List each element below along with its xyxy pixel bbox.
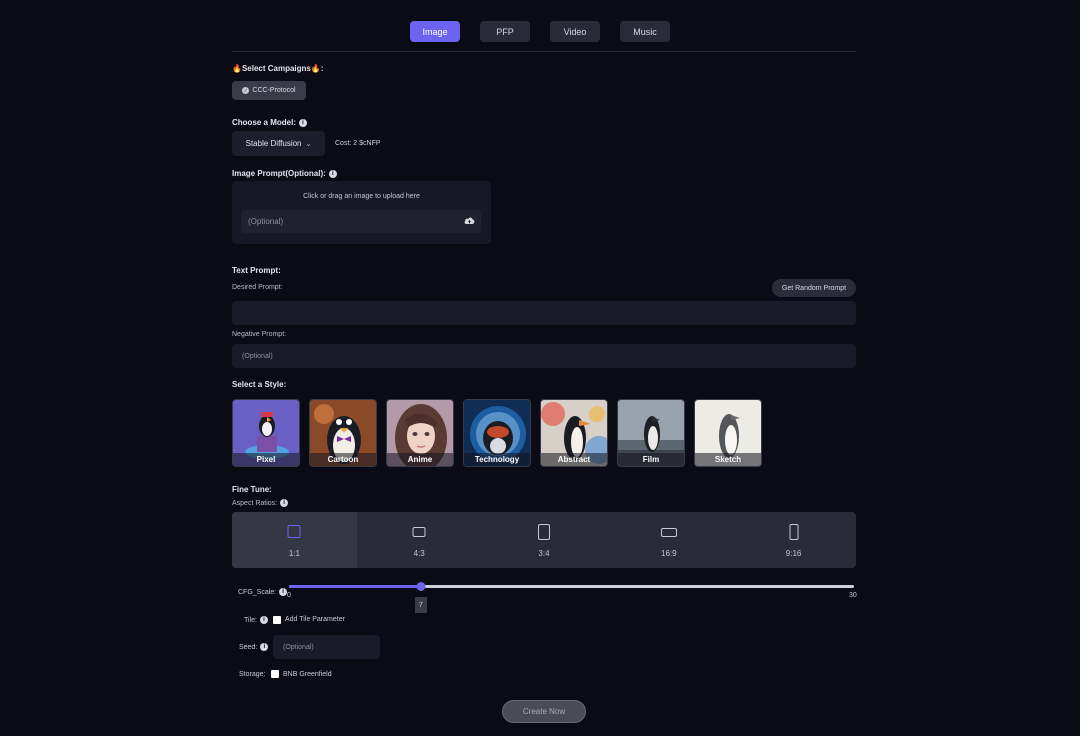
campaign-chip[interactable]: ✓ CCC-Protocol [232, 81, 306, 100]
aspect-label: 16:9 [661, 549, 677, 558]
negative-prompt-input[interactable]: (Optional) [232, 344, 856, 368]
tab-pfp[interactable]: PFP [480, 21, 530, 42]
seed-placeholder: (Optional) [283, 643, 314, 651]
style-card-cartoon[interactable]: Cartoon [309, 399, 377, 467]
tile-label: Tile: [244, 616, 257, 624]
aspect-option-4-3[interactable]: 4:3 [357, 512, 482, 568]
image-url-placeholder: (Optional) [248, 217, 284, 226]
style-card-anime[interactable]: Anime [386, 399, 454, 467]
landscape-ratio-icon [412, 527, 426, 537]
model-select[interactable]: Stable Diffusion ⌄ [232, 131, 325, 156]
style-name: Pixel [233, 453, 299, 466]
aspect-ratio-selector: 1:1 4:3 3:4 16:9 9:16 [232, 512, 856, 568]
model-select-value: Stable Diffusion [245, 139, 302, 148]
aspect-option-9-16[interactable]: 9:16 [731, 512, 856, 568]
aspect-ratios-label: Aspect Ratios: [232, 499, 278, 507]
model-cost: Cost: 2 $cNFP [335, 140, 381, 147]
desired-prompt-label: Desired Prompt: [232, 284, 283, 291]
upload-hint: Click or drag an image to upload here [303, 193, 420, 200]
info-icon[interactable]: i [280, 499, 289, 507]
negative-prompt-label: Negative Prompt: [232, 331, 287, 338]
image-prompt-label: Image Prompt(Optional): [232, 169, 326, 178]
aspect-option-16-9[interactable]: 16:9 [606, 512, 731, 568]
seed-label-row: Seed: i [239, 643, 269, 651]
style-list: Pixel Cartoon Anime Technology Abstract … [232, 399, 762, 467]
image-upload-dropzone[interactable]: Click or drag an image to upload here (O… [232, 181, 491, 244]
cfg-min: 0 [287, 592, 291, 599]
tall-ratio-icon [789, 524, 799, 540]
text-prompt-label: Text Prompt: [232, 266, 281, 275]
tab-image[interactable]: Image [410, 21, 460, 42]
aspect-option-3-4[interactable]: 3:4 [482, 512, 607, 568]
tile-option-label: Add Tile Parameter [285, 616, 345, 623]
check-icon: ✓ [242, 87, 250, 94]
campaigns-label: 🔥Select Campaigns🔥: [232, 64, 324, 73]
model-label-row: Choose a Model: i [232, 118, 308, 127]
aspect-label: 1:1 [288, 549, 300, 558]
style-card-sketch[interactable]: Sketch [694, 399, 762, 467]
cfg-slider-thumb[interactable] [416, 582, 426, 591]
seed-input[interactable]: (Optional) [273, 635, 380, 659]
cfg-max: 30 [849, 592, 857, 599]
image-url-input[interactable]: (Optional) [241, 210, 481, 233]
storage-label: Storage: [239, 671, 266, 678]
header-divider [232, 51, 856, 52]
style-label: Select a Style: [232, 380, 287, 389]
cfg-value-tooltip: 7 [414, 597, 427, 613]
chevron-down-icon: ⌄ [305, 140, 312, 148]
media-tabs: Image PFP Video Music [0, 21, 1080, 42]
aspect-ratios-label-row: Aspect Ratios: i [232, 499, 289, 507]
aspect-label: 3:4 [538, 549, 550, 558]
cloud-upload-icon[interactable] [464, 216, 475, 225]
campaign-chip-label: CCC-Protocol [252, 87, 296, 94]
style-name: Anime [387, 453, 453, 466]
info-icon[interactable]: i [299, 118, 308, 127]
cfg-slider-fill [289, 585, 421, 588]
style-name: Cartoon [310, 453, 376, 466]
style-name: Abstract [541, 453, 607, 466]
tile-checkbox[interactable] [273, 616, 281, 624]
negative-prompt-placeholder: (Optional) [242, 352, 273, 360]
info-icon[interactable]: i [260, 643, 269, 651]
style-name: Sketch [695, 453, 761, 466]
style-name: Technology [464, 453, 530, 466]
seed-label: Seed: [239, 643, 258, 651]
aspect-option-1-1[interactable]: 1:1 [232, 512, 357, 568]
storage-option-label: BNB Greenfield [283, 671, 332, 678]
style-card-technology[interactable]: Technology [463, 399, 531, 467]
create-now-button[interactable]: Create Now [502, 700, 586, 723]
image-prompt-label-row: Image Prompt(Optional): i [232, 169, 337, 178]
fine-tune-label: Fine Tune: [232, 485, 272, 494]
style-card-abstract[interactable]: Abstract [540, 399, 608, 467]
storage-checkbox[interactable] [271, 670, 279, 678]
portrait-ratio-icon [537, 524, 550, 540]
square-ratio-icon [287, 525, 301, 538]
generator-page: Image PFP Video Music 🔥Select Campaigns🔥… [0, 0, 1080, 736]
aspect-label: 9:16 [785, 549, 802, 558]
info-icon[interactable]: i [328, 169, 337, 178]
cfg-scale-label-row: CFG_Scale: i [238, 588, 288, 596]
desired-prompt-input[interactable] [232, 301, 856, 325]
cfg-scale-slider[interactable] [289, 582, 854, 591]
aspect-label: 4:3 [413, 549, 425, 558]
style-card-pixel[interactable]: Pixel [232, 399, 300, 467]
cfg-scale-label: CFG_Scale: [238, 588, 277, 596]
tile-label-row: Tile: i [244, 616, 268, 624]
style-name: Film [618, 453, 684, 466]
info-icon[interactable]: i [259, 616, 268, 624]
tab-music[interactable]: Music [620, 21, 670, 42]
wide-ratio-icon [660, 528, 677, 537]
style-card-film[interactable]: Film [617, 399, 685, 467]
tab-video[interactable]: Video [550, 21, 600, 42]
get-random-prompt-button[interactable]: Get Random Prompt [772, 279, 856, 297]
info-icon[interactable]: i [279, 588, 288, 596]
model-label: Choose a Model: [232, 118, 297, 127]
